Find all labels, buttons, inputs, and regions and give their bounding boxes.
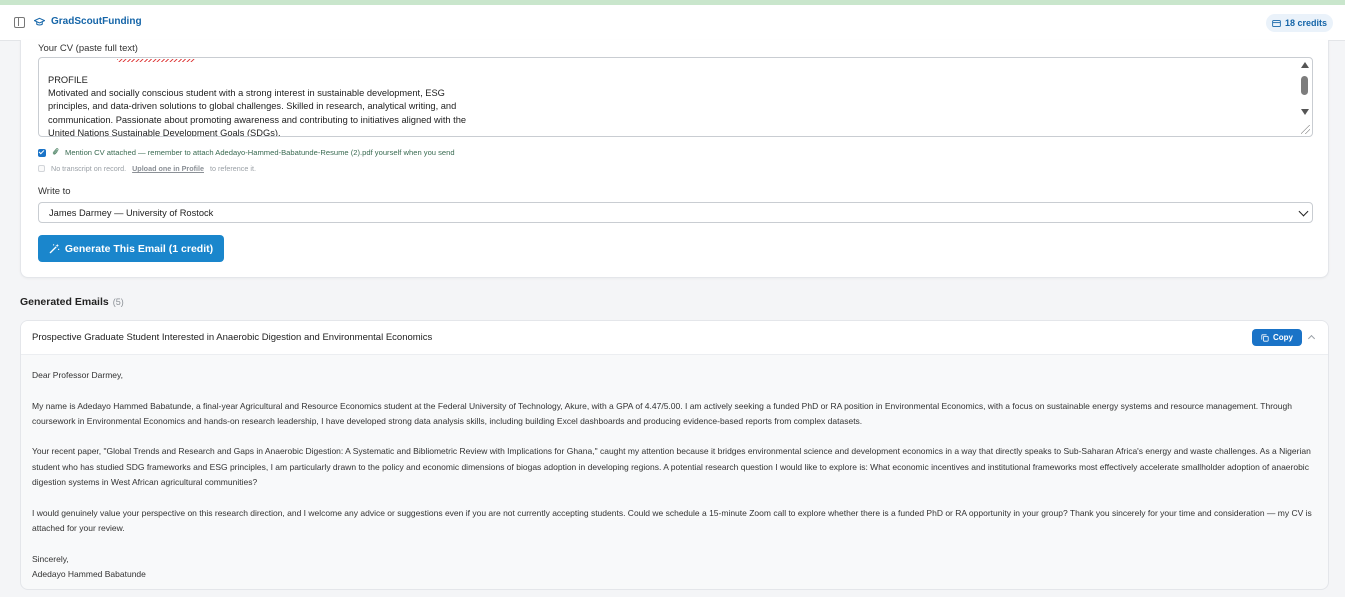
copy-label: Copy [1273,333,1293,342]
brand[interactable]: GradScoutFunding [34,16,142,27]
email-greeting: Dear Professor Darmey, [32,370,124,380]
cv-scrollbar[interactable] [1298,59,1311,121]
compose-card: Your CV (paste full text) PROFILE Motiva… [20,40,1329,278]
generated-emails-title: Generated Emails [20,296,109,308]
magic-wand-icon [49,243,60,254]
generated-emails-heading: Generated Emails (5) [20,296,124,308]
reference-text: to reference it. [210,164,256,173]
chevron-down-icon [1298,206,1309,217]
mention-cv-label: Mention CV attached — remember to attach… [65,148,455,157]
email-paragraph: My name is Adedayo Hammed Babatunde, a f… [32,400,1292,426]
email-card: Prospective Graduate Student Interested … [20,320,1329,590]
scroll-down-arrow-icon[interactable] [1301,109,1309,115]
email-signature: Adedayo Hammed Babatunde [32,568,146,579]
sidebar-toggle-icon[interactable] [14,17,25,28]
app-name: GradScoutFunding [51,16,142,27]
generate-email-button[interactable]: Generate This Email (1 credit) [38,235,224,262]
generated-emails-count: (5) [112,297,124,307]
resize-grip-icon[interactable] [1301,125,1310,134]
email-paragraph: Your recent paper, "Global Trends and Re… [32,446,1311,488]
top-bar: GradScoutFunding 18 credits [0,5,1345,41]
mention-cv-checkbox[interactable] [38,148,46,157]
email-signoff: Sincerely, [32,553,69,564]
scroll-thumb[interactable] [1301,76,1308,95]
generate-email-label: Generate This Email (1 credit) [64,242,214,255]
email-paragraph: I would genuinely value your perspective… [32,507,1312,533]
mention-cv-option[interactable]: Mention CV attached — remember to attach… [38,147,455,158]
credits-badge[interactable]: 18 credits [1265,14,1333,32]
no-transcript-text: No transcript on record. [51,164,127,173]
email-header[interactable]: Prospective Graduate Student Interested … [21,321,1328,355]
scroll-up-arrow-icon[interactable] [1301,62,1309,68]
cv-label: Your CV (paste full text) [38,43,138,54]
copy-button[interactable]: Copy [1252,329,1302,346]
chevron-up-icon[interactable] [1307,334,1316,343]
cv-textarea[interactable]: PROFILE Motivated and socially conscious… [38,57,1313,137]
write-to-value: James Darmey — University of Rostock [49,207,214,218]
spellcheck-underline [117,59,195,62]
paperclip-icon [52,147,59,158]
cv-text: PROFILE Motivated and socially conscious… [48,75,467,137]
copy-icon [1261,333,1269,342]
upload-profile-link[interactable]: Upload one in Profile [132,164,204,173]
write-to-label: Write to [38,186,71,197]
email-body: Dear Professor Darmey, My name is Adeday… [32,368,1317,582]
credits-label: 18 credits [1284,18,1327,28]
credit-card-icon [1272,19,1281,27]
transcript-option: No transcript on record. Upload one in P… [38,164,256,173]
email-subject: Prospective Graduate Student Interested … [32,332,433,343]
transcript-checkbox [38,165,45,172]
write-to-select[interactable]: James Darmey — University of Rostock [38,202,1313,223]
graduation-cap-icon [34,17,45,25]
